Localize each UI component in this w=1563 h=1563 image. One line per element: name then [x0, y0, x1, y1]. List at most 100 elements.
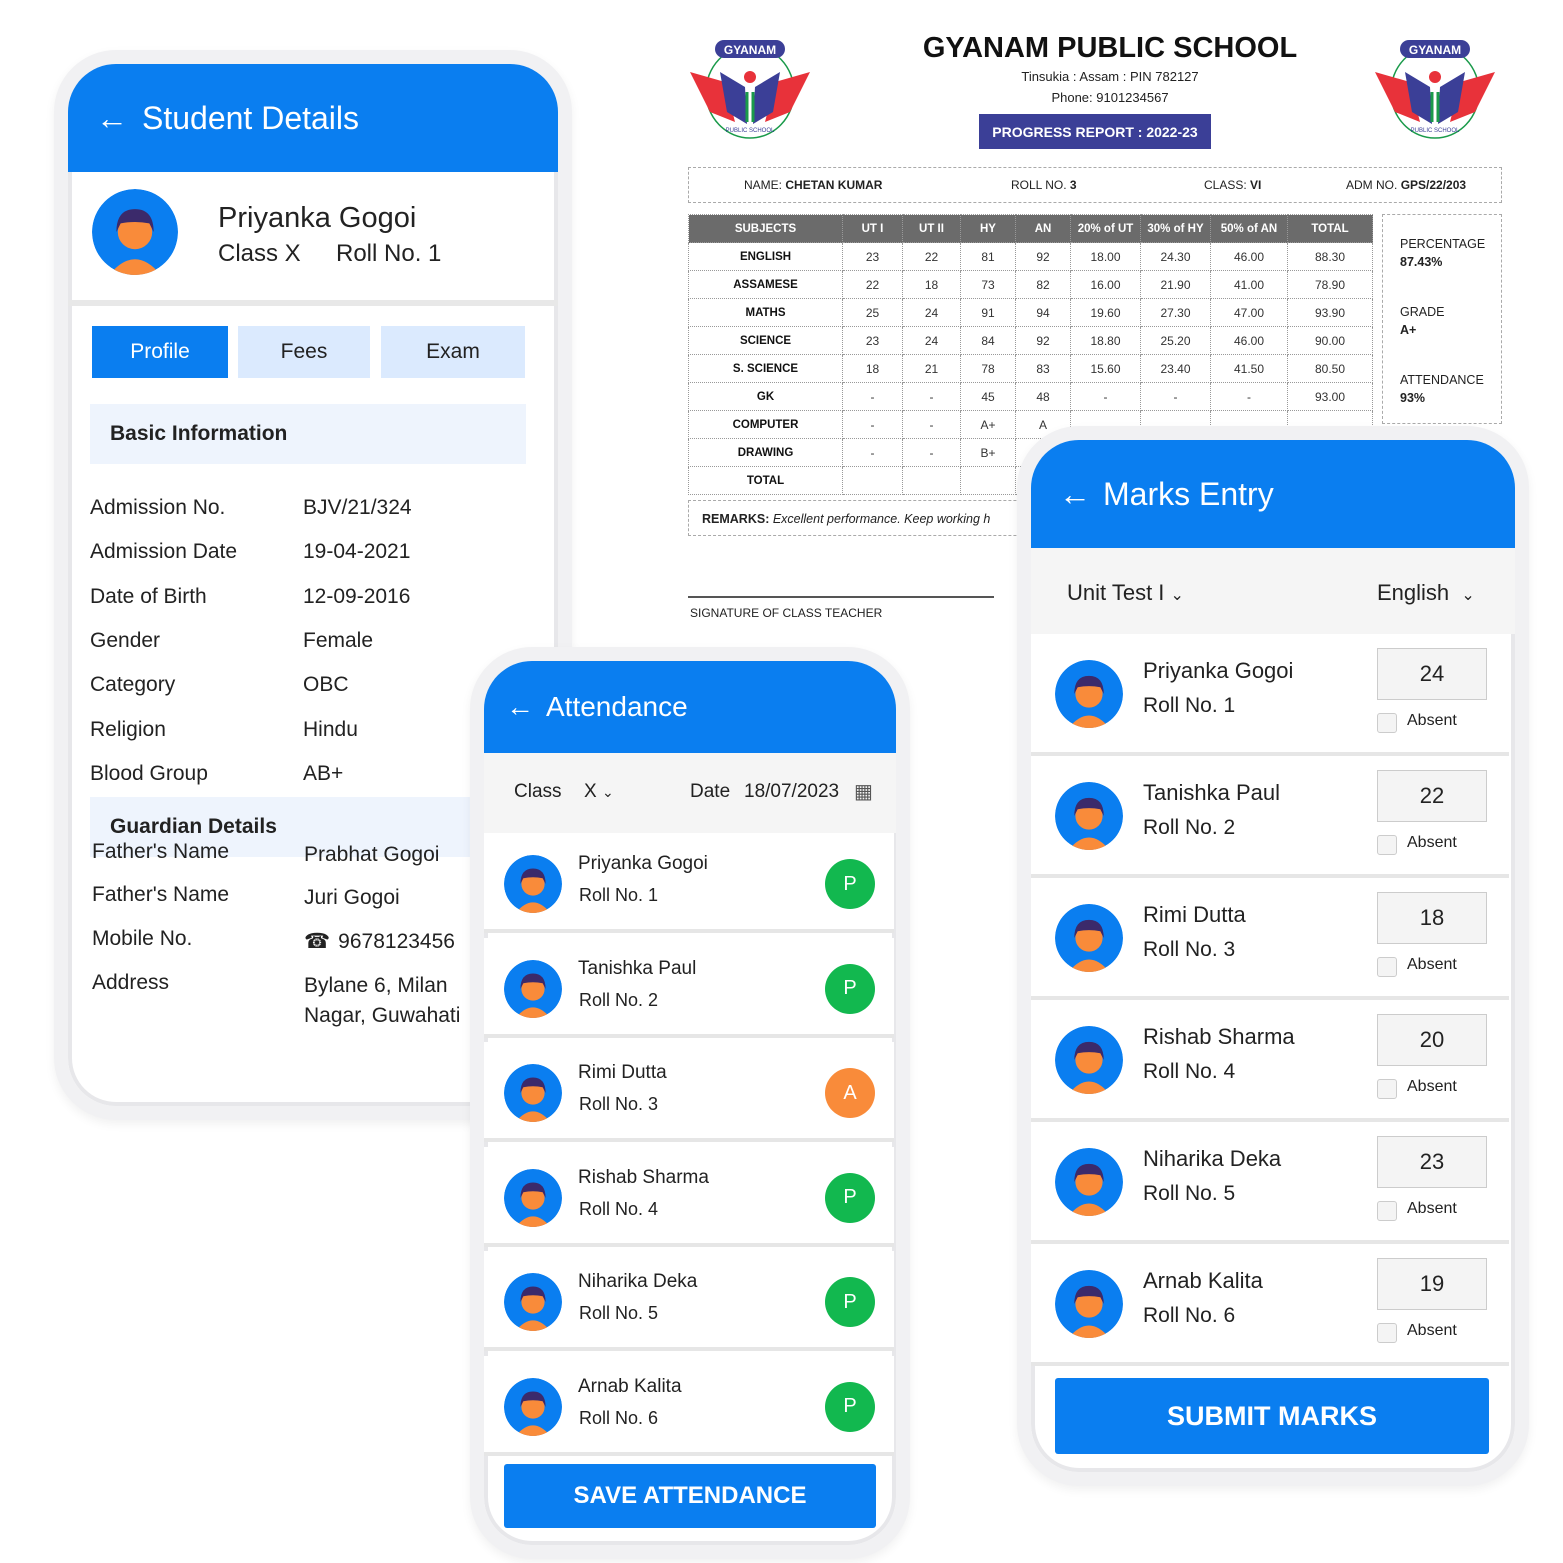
table-cell: 23.40: [1140, 354, 1211, 383]
attendance-row: Rimi Dutta Roll No. 3 A: [484, 1042, 894, 1142]
svg-text:GYANAM: GYANAM: [1409, 43, 1461, 57]
svg-text:GYANAM: GYANAM: [724, 43, 776, 57]
exam-value: Unit Test I: [1067, 580, 1165, 605]
absent-checkbox[interactable]: [1377, 1079, 1397, 1099]
student-name: Rishab Sharma: [578, 1166, 709, 1188]
marks-input[interactable]: 20: [1377, 1014, 1487, 1066]
table-cell: 83: [1015, 354, 1071, 383]
student-roll: Roll No. 6: [579, 1407, 659, 1428]
table-cell: 41.50: [1210, 354, 1288, 383]
absent-checkbox[interactable]: [1377, 1323, 1397, 1343]
tab-exam[interactable]: Exam: [381, 326, 525, 378]
class-label: CLASS:: [1204, 178, 1247, 192]
calendar-icon[interactable]: ▦: [854, 779, 873, 804]
marks-input[interactable]: 24: [1377, 648, 1487, 700]
status-toggle[interactable]: P: [825, 1172, 875, 1223]
back-arrow-icon[interactable]: ←: [506, 691, 534, 723]
info-label: Category: [90, 673, 176, 697]
table-cell: 23: [842, 242, 903, 271]
student-roll: Roll No. 2: [1143, 816, 1236, 839]
info-text: Bylane 6, Milan Nagar, Guwahati: [304, 974, 461, 1027]
student-roll: Roll No. 3: [1143, 938, 1236, 961]
school-address: Tinsukia : Assam : PIN 782127: [1021, 69, 1199, 84]
chevron-down-icon: ⌄: [601, 784, 614, 800]
grade-value: A+: [1400, 323, 1417, 337]
marks-row: Priyanka Gogoi Roll No. 1 24 Absent: [1031, 634, 1509, 756]
back-arrow-icon[interactable]: ←: [1059, 476, 1091, 513]
student-roll: Roll No. 6: [1143, 1304, 1236, 1327]
table-cell: [842, 466, 903, 495]
student-roll: Roll No. 1: [336, 240, 442, 267]
table-cell: 21: [902, 354, 961, 383]
avatar: [504, 855, 562, 913]
exam-dropdown[interactable]: Unit Test I ⌄: [1067, 580, 1184, 606]
report-title: PROGRESS REPORT : 2022-23: [979, 114, 1211, 149]
avatar: [92, 189, 178, 275]
table-cell: 90.00: [1287, 326, 1373, 355]
marks-input[interactable]: 23: [1377, 1136, 1487, 1188]
column-header: 20% of UT: [1070, 214, 1141, 243]
status-toggle[interactable]: P: [825, 1277, 875, 1327]
info-label: Gender: [90, 628, 161, 652]
attendance-phone: ← Attendance Class X ⌄ Date 18/07/2023 ▦…: [470, 647, 910, 1559]
screen-title: Attendance: [546, 691, 688, 722]
status-toggle[interactable]: P: [825, 963, 875, 1014]
info-label: Blood Group: [90, 761, 208, 785]
student-roll: Roll No. 5: [1143, 1182, 1236, 1205]
back-arrow-icon[interactable]: ←: [96, 100, 128, 137]
absent-checkbox[interactable]: [1377, 835, 1397, 855]
table-cell: 92: [1015, 326, 1071, 355]
marks-input[interactable]: 18: [1377, 892, 1487, 944]
guardian-row: Father's Name Juri Gogoi: [92, 883, 504, 913]
table-cell: ASSAMESE: [688, 270, 843, 299]
table-cell: -: [902, 382, 961, 411]
tab-profile[interactable]: Profile: [92, 326, 228, 378]
signature-line: [688, 596, 994, 598]
table-cell: ENGLISH: [688, 242, 843, 271]
absent-label: Absent: [1407, 712, 1457, 729]
table-row: S. SCIENCE 18 21 78 83 15.60 23.40 41.50 80.50: [688, 354, 1373, 383]
info-label: Admission No.: [90, 496, 226, 519]
table-cell: 18: [902, 270, 961, 299]
status-toggle[interactable]: A: [825, 1068, 875, 1118]
table-cell: 88.30: [1287, 242, 1373, 271]
student-roll: Roll No. 2: [579, 989, 659, 1010]
tab-fees[interactable]: Fees: [238, 326, 370, 378]
subject-dropdown[interactable]: English ⌄: [1377, 580, 1475, 606]
column-header: HY: [960, 214, 1016, 243]
class-dropdown[interactable]: X ⌄: [584, 781, 614, 803]
absent-checkbox[interactable]: [1377, 713, 1397, 733]
table-cell: 18.80: [1070, 326, 1141, 355]
absent-checkbox[interactable]: [1377, 1201, 1397, 1221]
table-cell: 80.50: [1287, 354, 1373, 383]
student-roll: Roll No. 1: [579, 885, 659, 905]
submit-marks-button[interactable]: SUBMIT MARKS: [1055, 1378, 1489, 1454]
date-value[interactable]: 18/07/2023: [744, 781, 839, 803]
absent-checkbox[interactable]: [1377, 957, 1397, 977]
marks-input[interactable]: 19: [1377, 1258, 1487, 1310]
save-attendance-button[interactable]: SAVE ATTENDANCE: [504, 1464, 876, 1528]
status-toggle[interactable]: P: [825, 859, 875, 909]
table-cell: 16.00: [1070, 270, 1141, 299]
student-card: Priyanka Gogoi Class X Roll No. 1: [68, 172, 558, 306]
status-toggle[interactable]: P: [825, 1381, 875, 1432]
marks-input[interactable]: 22: [1377, 770, 1487, 822]
info-value: 12-09-2016: [303, 584, 411, 608]
student-name: Niharika Deka: [578, 1271, 698, 1292]
table-cell: 24.30: [1140, 242, 1211, 271]
table-cell: 24: [902, 298, 961, 327]
avatar: [1055, 1026, 1123, 1094]
column-header: UT II: [902, 214, 961, 243]
table-row: MATHS 25 24 91 94 19.60 27.30 47.00 93.90: [688, 298, 1373, 327]
filter-bar: Unit Test I ⌄ English ⌄: [1031, 548, 1515, 634]
table-row: ENGLISH 23 22 81 92 18.00 24.30 46.00 88.30: [688, 242, 1373, 271]
student-name: Tanishka Paul: [578, 957, 697, 979]
table-cell: [960, 466, 1016, 495]
table-cell: 92: [1015, 242, 1071, 271]
info-row: Category OBC: [90, 673, 349, 697]
marks-row: Arnab Kalita Roll No. 6 19 Absent: [1031, 1244, 1509, 1366]
school-logo-left: GYANAM PUBLIC SCHOOL: [690, 40, 810, 139]
student-name: Priyanka Gogoi: [218, 202, 417, 234]
table-row: GK - -45 48- - -93.00: [688, 382, 1373, 411]
student-roll: Roll No. 5: [579, 1303, 659, 1323]
